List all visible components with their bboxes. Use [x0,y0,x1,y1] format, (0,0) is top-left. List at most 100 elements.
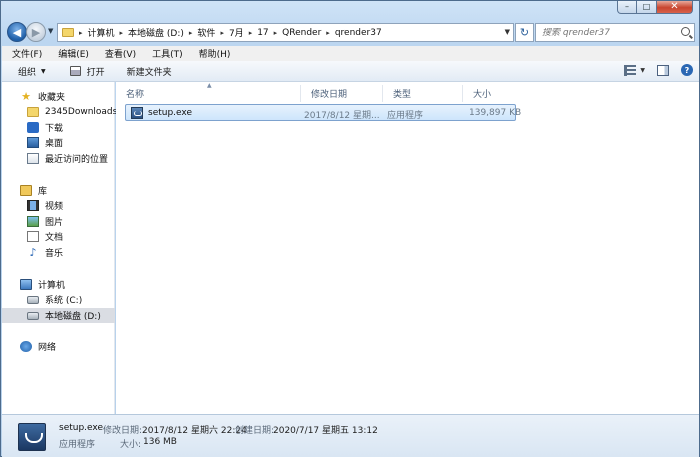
file-modified: 2017/8/12 星期... [304,111,380,121]
menu-tools[interactable]: 工具(T) [142,47,189,60]
back-button[interactable]: ◀ [7,22,27,42]
recent-pages-dropdown[interactable]: ▼ [48,27,53,35]
breadcrumb-software[interactable]: 软件 [197,26,215,39]
sidebar-item-drive-d[interactable]: 本地磁盘 (D:) [2,308,115,323]
column-header-name[interactable]: 名称 [116,85,301,102]
arrow-left-icon: ◀ [12,25,22,39]
menu-bar: 文件(F) 编辑(E) 查看(V) 工具(T) 帮助(H) [2,46,699,61]
application-icon [18,423,46,451]
search-input[interactable] [536,27,676,38]
document-icon [27,231,39,242]
breadcrumb-separator[interactable]: ▸ [189,29,193,37]
breadcrumb-july[interactable]: 7月 [229,26,244,39]
search-icon[interactable] [681,27,690,36]
organize-label: 组织 [18,67,37,78]
explorer-window: – □ ✕ ◀ ▶ ▼ ▸ 计算机 ▸ 本地磁盘 (D:) ▸ 软件 ▸ 7月 … [0,0,700,457]
open-button[interactable]: 打开 [62,65,113,78]
maximize-button[interactable]: □ [637,1,657,14]
folder-icon [62,28,74,37]
preview-pane-icon[interactable] [657,64,669,76]
breadcrumb-separator[interactable]: ▸ [120,29,124,37]
close-button[interactable]: ✕ [657,1,693,14]
sidebar-item-pictures[interactable]: 图片 [27,214,63,229]
video-icon [27,200,39,211]
sidebar-item-desktop[interactable]: 桌面 [27,135,63,150]
view-controls: ▼ ? [624,64,693,76]
sidebar-item-label: 图片 [45,218,64,228]
sidebar-item-label: 最近访问的位置 [45,155,109,165]
details-pane: setup.exe 修改日期: 2017/8/12 星期六 22:24 创建日期… [2,414,699,457]
breadcrumb-separator[interactable]: ▸ [249,29,253,37]
view-options-icon[interactable] [624,64,637,76]
sidebar-item-label: 收藏夹 [38,93,66,103]
file-list: ▲ 名称 修改日期 类型 大小 setup.exe 2017/8/12 星期..… [116,82,699,414]
application-icon [131,106,143,119]
printer-icon [69,66,81,76]
details-size-label: 大小: [120,440,142,450]
details-type: 应用程序 [59,440,96,450]
breadcrumb-drive-d[interactable]: 本地磁盘 (D:) [128,26,184,39]
column-header-size[interactable]: 大小 [463,85,519,102]
breadcrumb-qrender[interactable]: QRender [282,28,321,38]
sidebar-item-label: 音乐 [45,249,64,259]
details-created-label: 创建日期: [235,426,275,436]
breadcrumb-separator[interactable]: ▸ [220,29,224,37]
address-bar[interactable]: ▸ 计算机 ▸ 本地磁盘 (D:) ▸ 软件 ▸ 7月 ▸ 17 ▸ QRend… [57,23,514,42]
file-size: 139,897 KB [469,108,522,118]
breadcrumb-17[interactable]: 17 [257,28,268,38]
new-folder-label: 新建文件夹 [126,67,172,78]
sidebar-item-label: 本地磁盘 (D:) [45,312,101,322]
sidebar-item-documents[interactable]: 文档 [27,229,63,244]
breadcrumb-separator[interactable]: ▸ [274,29,278,37]
sidebar-item-favorites[interactable]: ★ 收藏夹 [20,89,65,104]
breadcrumb-computer[interactable]: 计算机 [88,26,115,39]
breadcrumb-separator[interactable]: ▸ [79,29,83,37]
menu-help[interactable]: 帮助(H) [189,47,237,60]
desktop-icon [27,137,39,148]
breadcrumb-separator[interactable]: ▸ [326,29,330,37]
search-box[interactable] [535,23,695,42]
forward-button[interactable]: ▶ [26,22,46,42]
help-icon[interactable]: ? [681,64,693,76]
navigation-pane: ★ 收藏夹 2345Downloads 下载 桌面 最近访问的位置 库 视频 图… [2,82,117,414]
column-header-modified[interactable]: 修改日期 [301,85,383,102]
sidebar-item-label: 计算机 [38,281,66,291]
folder-icon [27,106,39,117]
sidebar-item-2345downloads[interactable]: 2345Downloads [27,104,117,119]
details-created-value: 2020/7/17 星期五 13:12 [273,426,378,436]
column-header-type[interactable]: 类型 [383,85,463,102]
library-icon [20,185,32,196]
sidebar-item-computer[interactable]: 计算机 [20,277,65,292]
drive-icon [27,311,39,320]
download-icon [27,122,39,133]
menu-edit[interactable]: 编辑(E) [48,47,95,60]
sidebar-item-label: 下载 [45,124,64,134]
breadcrumb-qrender37[interactable]: qrender37 [335,28,382,38]
refresh-button[interactable]: ↻ [515,23,534,42]
details-file-name: setup.exe [59,423,103,433]
sidebar-item-downloads[interactable]: 下载 [27,120,63,135]
menu-view[interactable]: 查看(V) [95,47,142,60]
drive-icon [27,295,39,304]
chevron-down-icon[interactable]: ▼ [640,67,645,74]
minimize-button[interactable]: – [617,1,637,14]
menu-file[interactable]: 文件(F) [2,47,48,60]
refresh-icon: ↻ [519,26,530,39]
chevron-down-icon[interactable]: ▼ [505,28,510,36]
sidebar-item-label: 2345Downloads [45,106,118,117]
chevron-down-icon: ▼ [41,67,46,75]
table-row[interactable]: setup.exe 2017/8/12 星期... 应用程序 139,897 K… [125,104,521,121]
sidebar-item-videos[interactable]: 视频 [27,198,63,213]
details-modified-value: 2017/8/12 星期六 22:24 [142,426,247,436]
organize-button[interactable]: 组织 ▼ [10,65,54,78]
sidebar-item-recent-places[interactable]: 最近访问的位置 [27,151,108,166]
caption-buttons: – □ ✕ [617,1,693,14]
sidebar-item-drive-c[interactable]: 系统 (C:) [27,292,82,307]
sidebar-item-libraries[interactable]: 库 [20,183,47,198]
new-folder-button[interactable]: 新建文件夹 [119,65,180,78]
details-size-value: 136 MB [143,437,177,447]
arrow-right-icon: ▶ [31,25,41,39]
sidebar-item-label: 系统 (C:) [45,296,83,306]
sidebar-item-music[interactable]: ♪ 音乐 [27,245,63,260]
sidebar-item-network[interactable]: 网络 [20,339,56,354]
